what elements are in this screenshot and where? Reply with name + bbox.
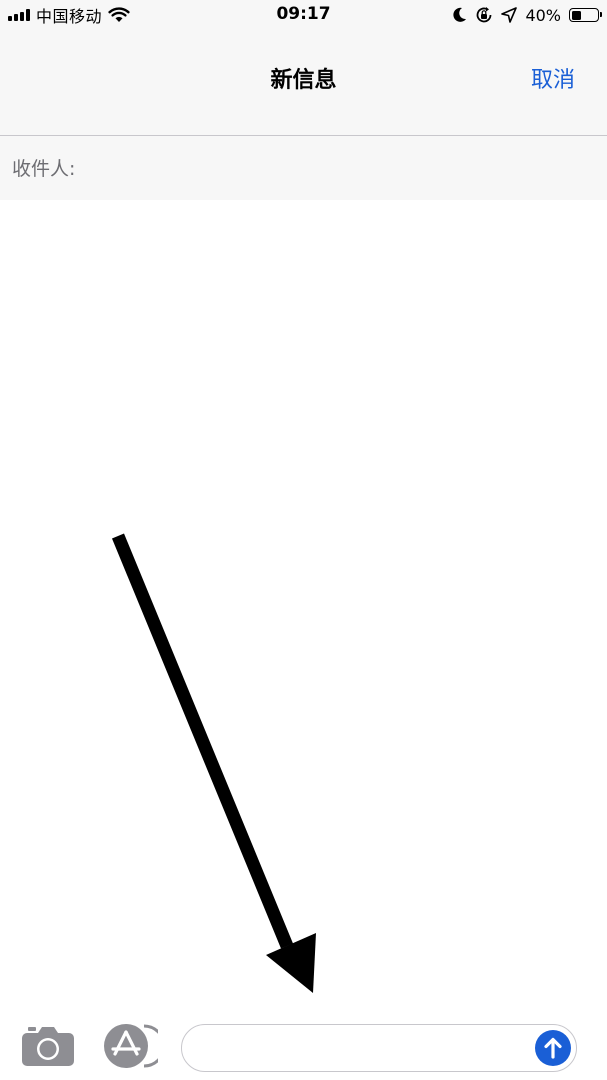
- status-right: 40%: [453, 4, 602, 26]
- location-icon: [501, 7, 518, 23]
- orientation-lock-icon: [477, 7, 492, 23]
- cancel-button[interactable]: 取消: [531, 62, 575, 94]
- send-arrow-icon: [544, 1037, 562, 1059]
- battery-percent: 40%: [525, 5, 561, 25]
- status-bar: 中国移动 09:17 40%: [0, 0, 607, 30]
- app-store-icon[interactable]: [100, 1022, 158, 1070]
- recipient-row: 收件人:: [0, 136, 607, 200]
- composer-bar: [0, 1010, 607, 1080]
- camera-icon[interactable]: [20, 1024, 76, 1068]
- message-input[interactable]: [198, 1029, 532, 1069]
- message-field: [181, 1024, 577, 1072]
- send-button[interactable]: [535, 1030, 571, 1066]
- new-message-screen: 中国移动 09:17 40% 新信息 取消 收件人:: [0, 0, 607, 1080]
- battery-fill: [571, 10, 582, 20]
- moon-icon: [453, 7, 467, 22]
- nav-bar: 新信息 取消: [0, 30, 607, 136]
- page-title: 新信息: [270, 68, 337, 93]
- battery-icon: [569, 8, 602, 22]
- recipient-input[interactable]: [92, 146, 596, 192]
- recipient-label: 收件人:: [12, 158, 76, 180]
